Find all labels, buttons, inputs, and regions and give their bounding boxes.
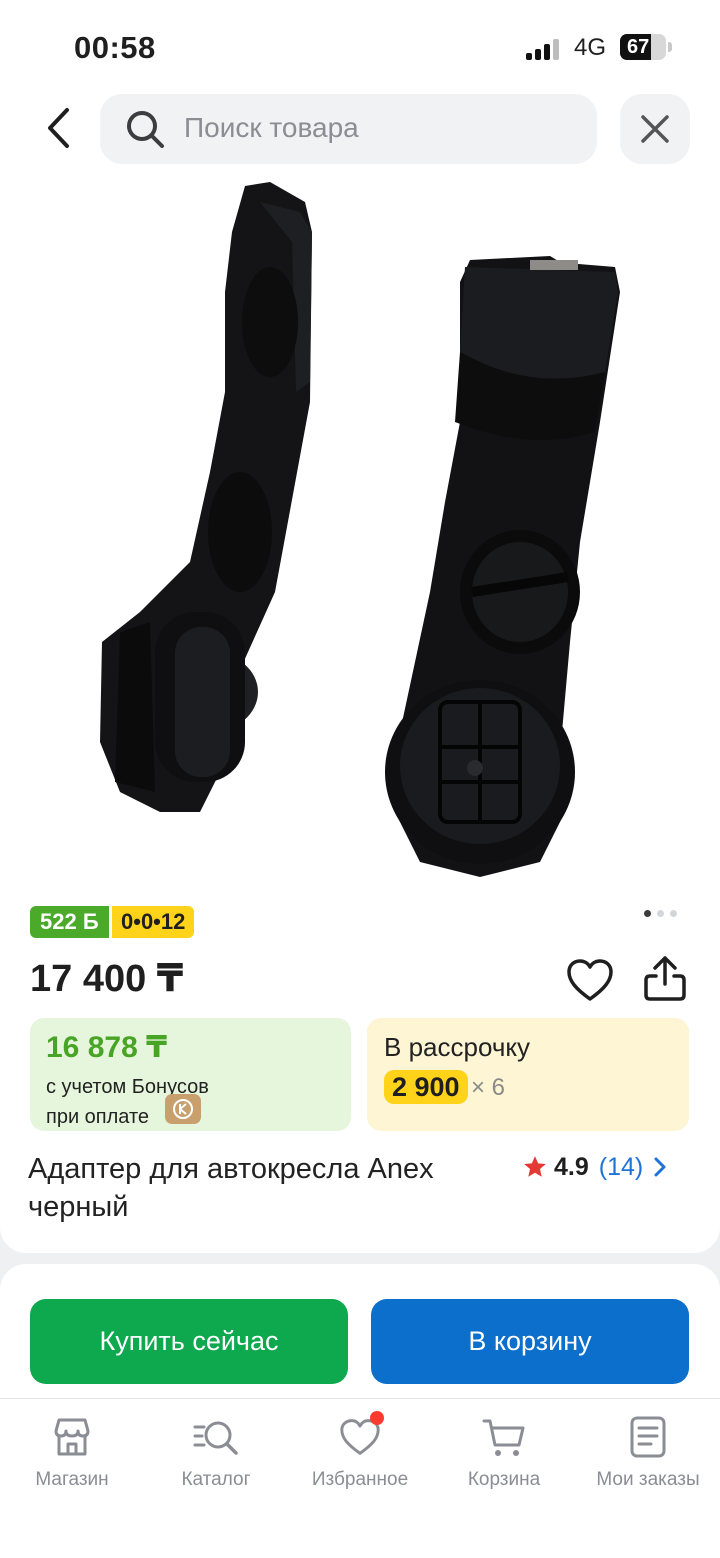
tab-label-store: Магазин (35, 1469, 109, 1490)
adapter-right-piece (385, 256, 620, 877)
tab-cart[interactable]: Корзина (432, 1411, 576, 1491)
gallery-dot (657, 910, 664, 917)
kaspi-card-icon (165, 1094, 201, 1124)
installment-amount: 2 900 (384, 1070, 468, 1104)
adapter-left-piece (100, 182, 312, 812)
battery-tip (668, 42, 672, 52)
share-icon[interactable] (642, 954, 688, 1002)
reviews-count[interactable]: (14) (599, 1153, 643, 1182)
product-title: Адаптер для автокресла Anex черный (28, 1153, 434, 1223)
search-placeholder: Поиск товара (184, 112, 359, 143)
installment-box[interactable]: В рассрочку 2 900 × 6 (367, 1018, 689, 1131)
network-type: 4G (574, 34, 607, 61)
gallery-dot-active (644, 910, 651, 917)
star-icon (524, 1156, 546, 1177)
bonus-badge: 522 Б (30, 906, 109, 938)
chevron-left-icon (48, 108, 69, 148)
battery-icon: 67 (620, 34, 666, 60)
add-to-cart-button[interactable]: В корзину (371, 1299, 689, 1384)
close-button[interactable] (620, 94, 690, 164)
bottom-tab-bar: Магазин Каталог Избранное Корзина Мои за… (0, 1398, 720, 1558)
catalog-search-icon (193, 1421, 238, 1455)
tab-store[interactable]: Магазин (0, 1411, 144, 1491)
close-icon (641, 115, 669, 143)
rating-value: 4.9 (554, 1152, 589, 1181)
search-icon (127, 111, 164, 148)
product-image[interactable] (60, 172, 670, 882)
chevron-right-icon (654, 1157, 666, 1177)
favorites-notification-dot (370, 1411, 384, 1425)
tab-favorites[interactable]: Избранное (288, 1411, 432, 1491)
bonus-price: 16 878 ₸ (46, 1031, 167, 1064)
installment-multiplier: × 6 (471, 1074, 506, 1101)
tab-catalog[interactable]: Каталог (144, 1411, 288, 1491)
product-rating[interactable]: 4.9 (14) (522, 1150, 667, 1184)
installment-title: В рассрочку (384, 1032, 531, 1062)
status-time: 00:58 (74, 30, 156, 65)
back-button[interactable] (30, 100, 86, 156)
store-icon (54, 1418, 90, 1456)
bonus-caption-2: при оплате (46, 1106, 150, 1128)
buy-now-button[interactable]: Купить сейчас (30, 1299, 348, 1384)
signal-icon (526, 38, 562, 60)
product-price: 17 400 ₸ (30, 958, 184, 1000)
favorite-heart-icon[interactable] (566, 958, 614, 1002)
status-bar: 00:58 4G 67 (0, 0, 720, 90)
gallery-dot (670, 910, 677, 917)
tab-label-orders: Мои заказы (596, 1469, 700, 1490)
gallery-pagination (644, 910, 677, 917)
tab-label-catalog: Каталог (181, 1469, 251, 1490)
orders-icon (630, 1416, 666, 1458)
tab-label-favorites: Избранное (311, 1469, 409, 1490)
search-input[interactable]: Поиск товара (100, 94, 597, 164)
installment-badge: 0•0•12 (112, 906, 195, 938)
battery-percent: 67 (627, 36, 650, 58)
tab-label-cart: Корзина (467, 1469, 541, 1490)
cart-icon (482, 1419, 525, 1456)
tab-orders[interactable]: Мои заказы (576, 1411, 720, 1491)
